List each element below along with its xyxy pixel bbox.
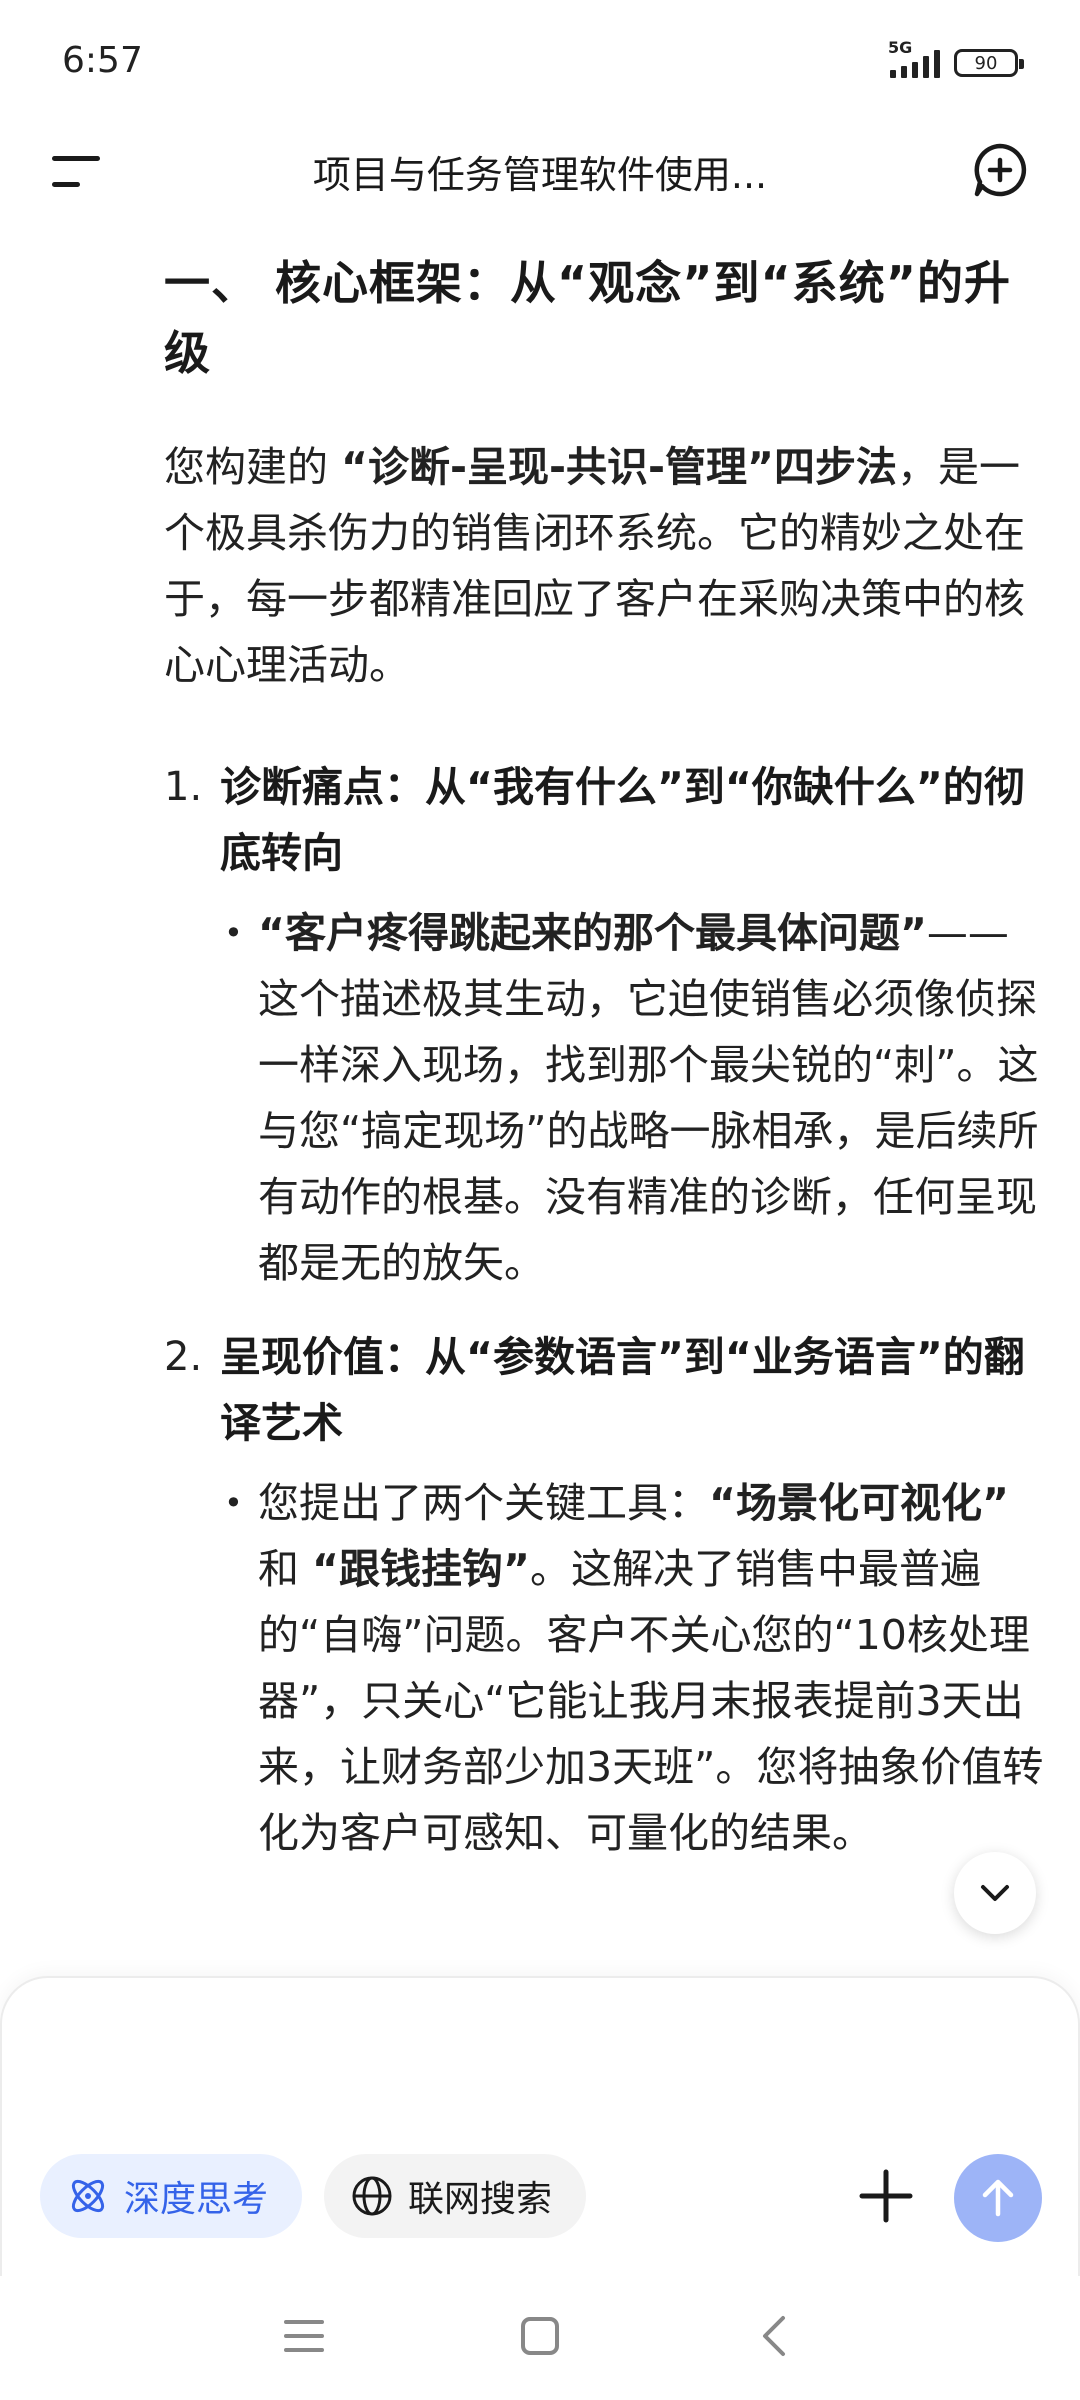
content-fade — [0, 1920, 1080, 1980]
menu-icon[interactable] — [52, 152, 104, 192]
back-chevron-icon — [763, 2316, 785, 2356]
web-search-label: 联网搜索 — [408, 2179, 553, 2220]
deep-think-toggle[interactable]: 深度思考 — [40, 2154, 303, 2238]
intro-paragraph: 您构建的 “诊断-呈现-共识-管理”四步法，是一个极具杀伤力的销售闭环系统。它的… — [164, 443, 1025, 689]
bullet-dot: • — [224, 914, 243, 952]
atom-icon — [71, 2179, 105, 2213]
list-number: 1. — [164, 764, 203, 810]
list-item-heading: 呈现价值：从“参数语言”到“业务语言”的翻译艺术 — [220, 1333, 1025, 1447]
bullet-point: • “客户疼得跳起来的那个最具体问题”——这个描述极其生动，它迫使销售必须像侦探… — [220, 900, 1044, 1296]
chat-header: 项目与任务管理软件使用... — [0, 130, 1080, 230]
list-item-heading: 诊断痛点：从“我有什么”到“你缺什么”的彻底转向 — [220, 763, 1025, 877]
status-time: 6:57 — [62, 40, 143, 81]
deep-think-label: 深度思考 — [124, 2179, 269, 2220]
nav-back-button[interactable] — [744, 2306, 804, 2366]
battery-icon: 90 — [954, 49, 1024, 77]
scroll-to-bottom-button[interactable] — [954, 1852, 1036, 1934]
globe-icon — [352, 2176, 392, 2216]
assistant-message: 一、 核心框架：从“观念”到“系统”的升级 您构建的 “诊断-呈现-共识-管理”… — [164, 248, 1044, 1894]
bullet-point: • 您提出了两个关键工具：“场景化可视化” 和 “跟钱挂钩”。这解决了销售中最普… — [220, 1470, 1044, 1866]
new-chat-icon[interactable] — [972, 142, 1028, 198]
arrow-up-icon — [982, 2179, 1014, 2217]
network-type: 5G — [888, 38, 913, 57]
menu-lines-icon — [284, 2320, 324, 2352]
list-number: 2. — [164, 1334, 203, 1380]
list-item: 2. 呈现价值：从“参数语言”到“业务语言”的翻译艺术 • 您提出了两个关键工具… — [164, 1324, 1044, 1866]
section-heading: 一、 核心框架：从“观念”到“系统”的升级 — [164, 256, 1011, 380]
web-search-toggle[interactable]: 联网搜索 — [324, 2154, 587, 2238]
attach-button[interactable] — [854, 2164, 918, 2228]
battery-level: 90 — [974, 52, 998, 74]
system-navigation-bar — [0, 2276, 1080, 2400]
square-icon — [521, 2317, 559, 2355]
plus-icon — [859, 2169, 913, 2223]
signal-icon: 5G — [888, 38, 940, 78]
message-composer: 深度思考 联网搜索 — [0, 1976, 1080, 2276]
status-bar: 6:57 5G 90 — [0, 0, 1080, 130]
nav-home-button[interactable] — [510, 2306, 570, 2366]
message-input[interactable] — [64, 2020, 668, 2078]
nav-menu-button[interactable] — [274, 2306, 334, 2366]
chevron-down-icon — [981, 1885, 1009, 1901]
send-button[interactable] — [954, 2154, 1042, 2242]
bullet-dot: • — [224, 1484, 243, 1522]
conversation-title[interactable]: 项目与任务管理软件使用... — [180, 144, 900, 199]
list-item: 1. 诊断痛点：从“我有什么”到“你缺什么”的彻底转向 • “客户疼得跳起来的那… — [164, 754, 1044, 1296]
status-icons: 5G 90 — [888, 38, 1024, 78]
